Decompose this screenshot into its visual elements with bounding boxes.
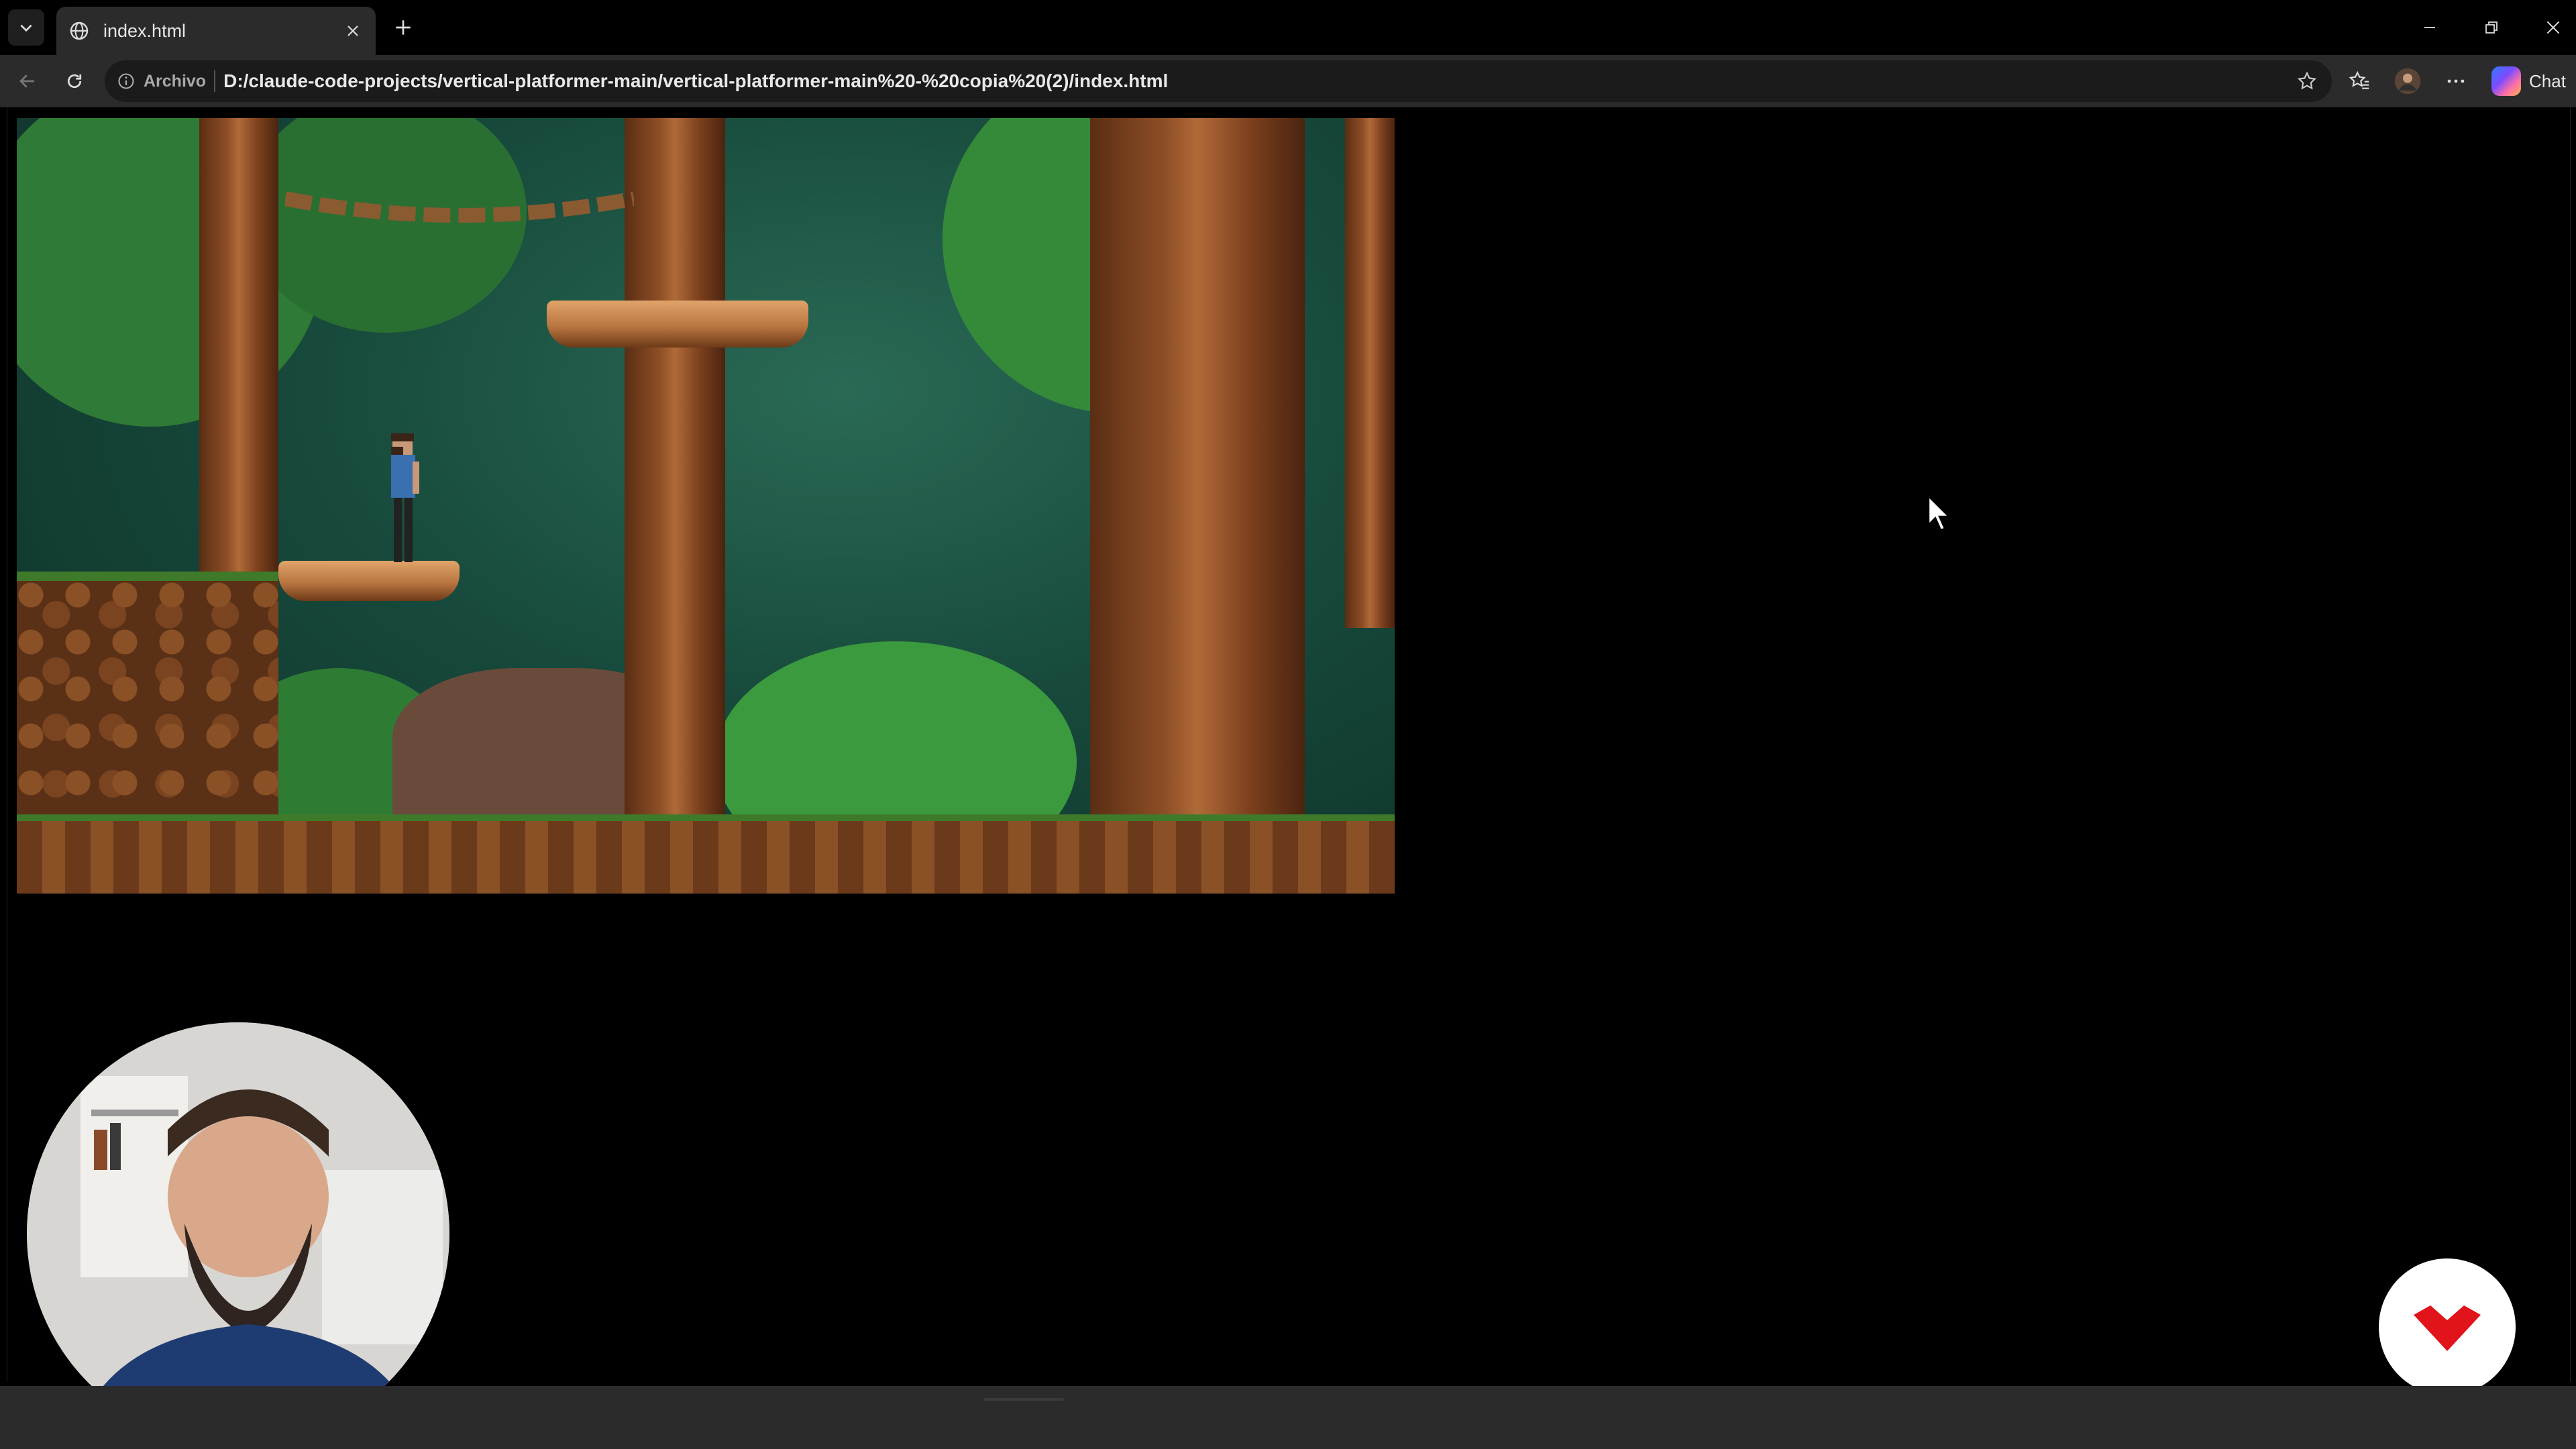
forest-ground (17, 814, 1395, 894)
profile-button[interactable] (2390, 63, 2426, 99)
resize-handle[interactable] (983, 1398, 1064, 1401)
chat-label: Chat (2529, 70, 2566, 91)
webcam-overlay (27, 1022, 449, 1445)
tab-list-button[interactable] (8, 9, 44, 46)
minimize-button[interactable] (2411, 9, 2449, 46)
browser-toolbar: Archivo D:/claude-code-projects/vertical… (0, 55, 2576, 107)
back-button[interactable] (9, 63, 46, 99)
game-canvas[interactable] (17, 118, 1395, 894)
brand-logo (2379, 1258, 2516, 1395)
tab-title: index.html (103, 20, 186, 41)
tree-trunk-right (1090, 118, 1305, 829)
tree-trunk-left (199, 118, 278, 601)
bottom-bar (0, 1386, 2576, 1449)
favorites-button[interactable] (2341, 63, 2377, 99)
plus-icon (396, 20, 411, 35)
avatar-icon (2394, 68, 2421, 95)
more-icon (2447, 79, 2465, 83)
minimize-icon (2424, 27, 2435, 28)
brand-logo-icon (2414, 1305, 2481, 1351)
address-divider (214, 70, 216, 92)
close-tab-button[interactable] (339, 17, 366, 44)
globe-icon (66, 17, 93, 44)
star-icon[interactable] (2294, 68, 2320, 94)
close-window-button[interactable] (2534, 9, 2572, 46)
tree-trunk-edge (1345, 118, 1395, 628)
info-icon[interactable] (114, 69, 138, 93)
more-button[interactable] (2438, 63, 2474, 99)
close-icon (2546, 21, 2560, 34)
favorites-icon (2349, 70, 2369, 89)
copilot-icon (2491, 66, 2521, 96)
tab-bar: index.html (0, 0, 2576, 55)
reload-button[interactable] (56, 63, 93, 99)
reload-icon (67, 74, 82, 89)
url-text[interactable]: D:/claude-code-projects/vertical-platfor… (223, 70, 1168, 92)
tab-active[interactable]: index.html (56, 7, 376, 55)
site-badge: Archivo (144, 71, 207, 91)
copilot-chat-button[interactable]: Chat (2486, 62, 2571, 101)
arrow-left-icon (19, 74, 34, 88)
ledge-platform (278, 561, 460, 601)
new-tab-button[interactable] (388, 12, 419, 43)
address-bar[interactable]: Archivo D:/claude-code-projects/vertical… (105, 60, 2332, 102)
restore-button[interactable] (2473, 9, 2510, 46)
chevron-down-icon (20, 24, 32, 32)
presenter-video (27, 1022, 449, 1445)
rope-bridge (285, 192, 634, 223)
player-character (391, 433, 419, 562)
tree-platform-top (547, 301, 808, 347)
tree-trunk-center (625, 118, 725, 829)
close-icon (347, 25, 358, 36)
mouse-cursor-icon (1927, 495, 1951, 531)
restore-icon (2485, 21, 2498, 34)
